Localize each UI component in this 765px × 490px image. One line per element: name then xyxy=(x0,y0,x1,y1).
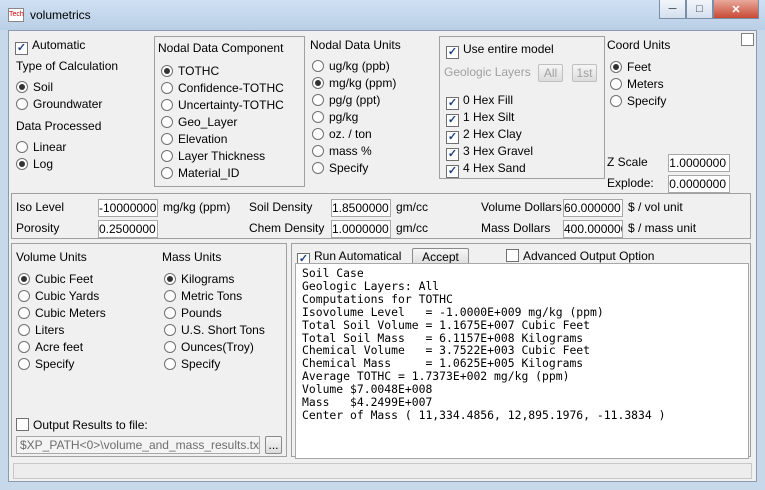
units-oz-ton-radio[interactable]: oz. / ton xyxy=(312,127,372,141)
advanced-output-checkbox[interactable]: Advanced Output Option xyxy=(506,249,654,263)
explode-label: Explode: xyxy=(607,176,654,190)
mass-dollars-input[interactable]: 400.000000 xyxy=(563,220,623,238)
result-line: Computations for TOTHC xyxy=(302,291,453,306)
soil-density-input[interactable]: 1.8500000 xyxy=(331,199,391,217)
check-icon: ✓ xyxy=(15,42,28,55)
volume-cubic-meters-radio[interactable]: Cubic Meters xyxy=(18,306,106,320)
layer-item[interactable]: ✓ 0 Hex Fill xyxy=(446,93,513,110)
component-geo-layer-radio[interactable]: Geo_Layer xyxy=(161,115,237,129)
output-results-checkbox[interactable]: Output Results to file: xyxy=(16,418,148,432)
nodal-component-title: Nodal Data Component xyxy=(158,41,284,55)
close-icon[interactable]: ✕ xyxy=(713,0,759,19)
mass-short-tons-radio[interactable]: U.S. Short Tons xyxy=(164,323,265,337)
layer-item[interactable]: ✓ 2 Hex Clay xyxy=(446,127,522,144)
nodal-units-title: Nodal Data Units xyxy=(310,38,401,52)
volume-specify-radio[interactable]: Specify xyxy=(18,357,74,371)
volume-dollars-unit: $ / vol unit xyxy=(628,200,683,214)
mass-kilograms-radio[interactable]: Kilograms xyxy=(164,272,234,286)
corner-checkbox[interactable] xyxy=(741,33,754,46)
output-file-path-input[interactable]: $XP_PATH<0>\volume_and_mass_results.txt xyxy=(16,436,260,454)
automatic-checkbox[interactable]: ✓ Automatic xyxy=(15,38,85,55)
units-pgg-radio[interactable]: pg/g (ppt) xyxy=(312,93,380,107)
result-line: Center of Mass ( 11,334.4856, 12,895.197… xyxy=(302,407,666,422)
status-bar xyxy=(13,463,752,479)
layer-item[interactable]: ✓ 4 Hex Sand xyxy=(446,161,526,178)
iso-unit-label: mg/kg (ppm) xyxy=(163,200,231,214)
all-layers-button[interactable]: All xyxy=(538,64,563,82)
mass-dollars-unit: $ / mass unit xyxy=(628,221,697,235)
component-material-id-radio[interactable]: Material_ID xyxy=(161,166,239,180)
title-bar[interactable]: Tech volumetrics ─ □ ✕ xyxy=(0,0,765,30)
iso-level-label: Iso Level xyxy=(16,200,65,214)
z-scale-input[interactable]: 1.0000000 xyxy=(668,154,730,172)
mass-specify-radio[interactable]: Specify xyxy=(164,357,220,371)
parameters-group: Iso Level -10000000 mg/kg (ppm) Porosity… xyxy=(11,193,751,239)
soil-density-unit: gm/cc xyxy=(396,200,429,214)
automatic-label: Automatic xyxy=(32,38,86,52)
type-groundwater-radio[interactable]: Groundwater xyxy=(16,97,102,111)
mass-pounds-radio[interactable]: Pounds xyxy=(164,306,222,320)
volume-acre-feet-radio[interactable]: Acre feet xyxy=(18,340,83,354)
layer-item[interactable]: ✓ 3 Hex Gravel xyxy=(446,144,533,161)
units-group: Volume Units Cubic Feet Cubic Yards Cubi… xyxy=(11,243,287,457)
chem-density-label: Chem Density xyxy=(249,221,325,235)
minimize-icon[interactable]: ─ xyxy=(659,0,686,19)
browse-button[interactable]: ... xyxy=(265,436,282,454)
chem-density-unit: gm/cc xyxy=(396,221,429,235)
result-line: Isovolume Level = -1.0000E+009 mg/kg (pp… xyxy=(302,304,604,319)
units-mass-percent-radio[interactable]: mass % xyxy=(312,144,372,158)
units-mgkg-radio[interactable]: mg/kg (ppm) xyxy=(312,76,396,90)
component-tothc-radio[interactable]: TOTHC xyxy=(161,64,219,78)
component-layer-thickness-radio[interactable]: Layer Thickness xyxy=(161,149,265,163)
maximize-icon[interactable]: □ xyxy=(686,0,713,19)
component-uncertainty-radio[interactable]: Uncertainty-TOTHC xyxy=(161,98,284,112)
units-pgkg-radio[interactable]: pg/kg xyxy=(312,110,358,124)
app-icon: Tech xyxy=(8,8,24,22)
volume-dollars-input[interactable]: 60.000000 xyxy=(563,199,623,217)
volume-liters-radio[interactable]: Liters xyxy=(18,323,64,337)
z-scale-label: Z Scale xyxy=(607,155,648,169)
coord-specify-radio[interactable]: Specify xyxy=(610,94,666,108)
result-line: Soil Case xyxy=(302,266,364,280)
check-icon: ✓ xyxy=(446,46,459,59)
type-of-calculation-label: Type of Calculation xyxy=(16,59,119,73)
porosity-input[interactable]: 0.2500000 xyxy=(98,220,158,238)
mass-metric-tons-radio[interactable]: Metric Tons xyxy=(164,289,242,303)
component-elevation-radio[interactable]: Elevation xyxy=(161,132,227,146)
nodal-component-group: Nodal Data Component TOTHC Confidence-TO… xyxy=(154,36,305,187)
coord-feet-radio[interactable]: Feet xyxy=(610,60,651,74)
chem-density-input[interactable]: 1.0000000 xyxy=(331,220,391,238)
processed-log-radio[interactable]: Log xyxy=(16,157,53,171)
volume-cubic-feet-radio[interactable]: Cubic Feet xyxy=(18,272,93,286)
volume-units-title: Volume Units xyxy=(16,250,87,264)
soil-density-label: Soil Density xyxy=(249,200,313,214)
porosity-label: Porosity xyxy=(16,221,60,235)
volume-cubic-yards-radio[interactable]: Cubic Yards xyxy=(18,289,99,303)
model-group: ✓ Use entire model Geologic Layers All 1s… xyxy=(439,36,605,179)
explode-input[interactable]: 0.0000000 xyxy=(668,175,730,193)
coord-units-title: Coord Units xyxy=(607,38,671,52)
processed-linear-radio[interactable]: Linear xyxy=(16,140,66,154)
iso-level-input[interactable]: -10000000 xyxy=(98,199,158,217)
data-processed-label: Data Processed xyxy=(16,119,102,133)
component-confidence-radio[interactable]: Confidence-TOTHC xyxy=(161,81,284,95)
mass-ounces-troy-radio[interactable]: Ounces(Troy) xyxy=(164,340,254,354)
units-ugkg-radio[interactable]: ug/kg (ppb) xyxy=(312,59,390,73)
result-line: Total Soil Volume = 1.1675E+007 Cubic Fe… xyxy=(302,317,591,332)
units-specify-radio[interactable]: Specify xyxy=(312,161,368,175)
coord-meters-radio[interactable]: Meters xyxy=(610,77,664,91)
layer-item[interactable]: ✓ 1 Hex Silt xyxy=(446,110,514,127)
window-controls: ─ □ ✕ xyxy=(659,0,759,20)
type-soil-radio[interactable]: Soil xyxy=(16,80,53,94)
use-entire-model-checkbox[interactable]: ✓ Use entire model xyxy=(446,42,554,59)
geologic-layers-label: Geologic Layers xyxy=(444,65,531,79)
window-title: volumetrics xyxy=(30,8,91,22)
results-output[interactable]: Soil Case Geologic Layers: All Computation… xyxy=(295,263,749,459)
first-layer-button[interactable]: 1st xyxy=(572,64,597,82)
mass-units-title: Mass Units xyxy=(162,250,222,264)
dialog-body: ✓ Automatic Type of Calculation Soil Grou… xyxy=(8,30,757,482)
mass-dollars-label: Mass Dollars xyxy=(481,221,551,235)
result-line: Geologic Layers: All xyxy=(302,278,440,293)
volume-dollars-label: Volume Dollars xyxy=(481,200,562,214)
